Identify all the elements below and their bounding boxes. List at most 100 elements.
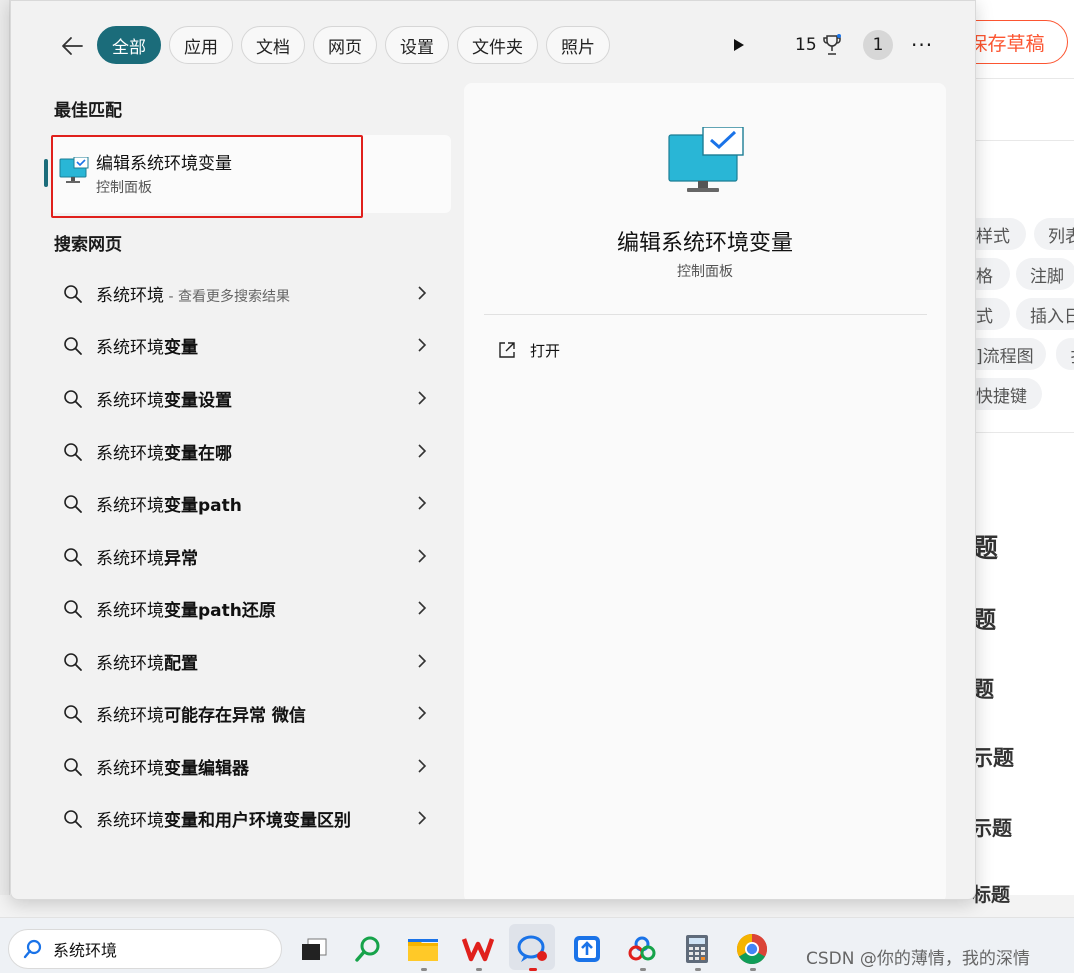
- chevron-right-icon: [418, 706, 427, 720]
- detail-subtitle: 控制面板: [677, 264, 733, 280]
- suggestion-completion: 变量path: [164, 495, 242, 516]
- chevron-right-icon: [418, 601, 427, 615]
- suggestion-query-prefix: 系统环境: [96, 390, 164, 411]
- editor-tag[interactable]: 插入日: [1016, 298, 1074, 330]
- running-indicator: [476, 968, 482, 971]
- filter-all[interactable]: 全部: [97, 26, 161, 64]
- suggestion-query-prefix: 系统环境: [96, 705, 164, 726]
- chevron-right-icon: [418, 391, 427, 405]
- play-icon: [734, 39, 744, 51]
- web-suggestion-text: 系统环境异常: [96, 544, 198, 569]
- cloud-drive-icon[interactable]: [624, 931, 660, 967]
- web-suggestion-item[interactable]: 系统环境变量: [51, 323, 451, 367]
- editor-tag[interactable]: 扌: [1056, 338, 1074, 370]
- detail-divider: [484, 314, 927, 315]
- chevron-right-icon: [418, 444, 427, 458]
- chevron-right-icon: [418, 338, 427, 352]
- back-arrow-icon: [62, 37, 83, 55]
- suggestion-query-prefix: 系统环境: [96, 758, 164, 779]
- web-suggestion-item[interactable]: 系统环境配置: [51, 639, 451, 683]
- web-suggestion-text: 系统环境可能存在异常 微信: [96, 701, 306, 726]
- web-suggestion-item[interactable]: 系统环境变量在哪: [51, 429, 451, 473]
- search-icon: [64, 548, 82, 566]
- background-divider: [976, 432, 1074, 433]
- suggestion-completion: 配置: [164, 653, 198, 674]
- running-indicator: [750, 968, 756, 971]
- web-suggestion-item[interactable]: 系统环境变量设置: [51, 376, 451, 420]
- search-icon: [64, 600, 82, 618]
- filter-documents[interactable]: 文档: [241, 26, 305, 64]
- background-left-strip: [0, 0, 10, 895]
- wps-icon[interactable]: [460, 931, 496, 967]
- selection-indicator: [44, 159, 48, 187]
- task-view-icon[interactable]: [296, 931, 332, 967]
- trophy-icon: [822, 34, 841, 55]
- search-icon: [64, 705, 82, 723]
- chevron-right-icon: [418, 654, 427, 668]
- csdn-watermark: CSDN @你的薄情，我的深情: [806, 949, 1030, 969]
- file-explorer-icon[interactable]: [405, 931, 441, 967]
- running-indicator: [529, 968, 537, 971]
- best-match-result[interactable]: [51, 135, 451, 213]
- web-suggestion-item[interactable]: 系统环境异常: [51, 534, 451, 578]
- chevron-right-icon: [418, 759, 427, 773]
- search-icon: [64, 495, 82, 513]
- upload-app-icon[interactable]: [569, 931, 605, 967]
- suggestion-completion: 变量path还原: [164, 600, 276, 621]
- search-icon: [64, 390, 82, 408]
- taskbar-search-input[interactable]: 系统环境: [53, 937, 117, 961]
- search-icon: [23, 939, 42, 959]
- chevron-right-icon: [418, 811, 427, 825]
- search-icon: [64, 810, 82, 828]
- search-filter-bar: 全部 应用 文档 网页 设置 文件夹 照片: [97, 26, 610, 64]
- search-app-icon[interactable]: [350, 931, 386, 967]
- calculator-icon[interactable]: [679, 931, 715, 967]
- suggestion-completion: 可能存在异常 微信: [164, 705, 306, 726]
- background-divider: [976, 140, 1074, 141]
- web-suggestion-item[interactable]: 系统环境变量和用户环境变量区别: [51, 796, 451, 840]
- editor-heading-option[interactable]: 示题: [972, 812, 1012, 841]
- suggestion-completion: 变量在哪: [164, 443, 232, 464]
- filter-folders[interactable]: 文件夹: [457, 26, 538, 64]
- suggestion-completion: 变量编辑器: [164, 758, 249, 779]
- running-indicator: [695, 968, 701, 971]
- more-filters-button[interactable]: [727, 27, 751, 63]
- detail-title: 编辑系统环境变量: [616, 231, 793, 256]
- suggestion-query-prefix: 系统环境: [96, 600, 164, 621]
- web-suggestion-text: 系统环境 - 查看更多搜索结果: [96, 281, 290, 306]
- web-suggestion-item[interactable]: 系统环境 - 查看更多搜索结果: [51, 271, 451, 315]
- open-external-icon: [499, 342, 515, 358]
- filter-settings[interactable]: 设置: [385, 26, 449, 64]
- web-suggestion-item[interactable]: 系统环境可能存在异常 微信: [51, 691, 451, 735]
- suggestion-completion: 变量设置: [164, 390, 232, 411]
- rewards-button[interactable]: 15: [795, 27, 841, 63]
- more-options-button[interactable]: ···: [911, 27, 933, 63]
- account-badge[interactable]: 1: [863, 30, 893, 60]
- editor-heading-option[interactable]: 标题: [972, 880, 1010, 907]
- chrome-icon[interactable]: [734, 931, 770, 967]
- web-suggestion-item[interactable]: 系统环境变量path: [51, 481, 451, 525]
- best-match-title: 编辑系统环境变量: [96, 154, 232, 174]
- web-suggestion-item[interactable]: 系统环境变量path还原: [51, 586, 451, 630]
- suggestion-query-prefix: 系统环境: [96, 495, 164, 516]
- editor-heading-option[interactable]: 示题: [972, 742, 1014, 772]
- suggestion-completion: 变量: [164, 337, 198, 358]
- filter-photos[interactable]: 照片: [546, 26, 610, 64]
- chat-app-icon[interactable]: [514, 931, 550, 967]
- chevron-right-icon: [418, 496, 427, 510]
- taskbar-search-box[interactable]: 系统环境: [8, 929, 282, 969]
- chevron-right-icon: [418, 549, 427, 563]
- web-suggestion-item[interactable]: 系统环境变量编辑器: [51, 744, 451, 788]
- back-button[interactable]: [57, 31, 87, 61]
- open-action[interactable]: 打开: [498, 337, 560, 363]
- search-icon: [64, 653, 82, 671]
- filter-web[interactable]: 网页: [313, 26, 377, 64]
- search-icon: [64, 758, 82, 776]
- suggestion-hint: - 查看更多搜索结果: [164, 288, 290, 305]
- chevron-right-icon: [418, 286, 427, 300]
- filter-apps[interactable]: 应用: [169, 26, 233, 64]
- editor-tag[interactable]: 注脚: [1016, 258, 1074, 290]
- rewards-count: 15: [795, 35, 817, 55]
- suggestion-query-prefix: 系统环境: [96, 810, 164, 831]
- editor-tag[interactable]: 列表: [1034, 218, 1074, 250]
